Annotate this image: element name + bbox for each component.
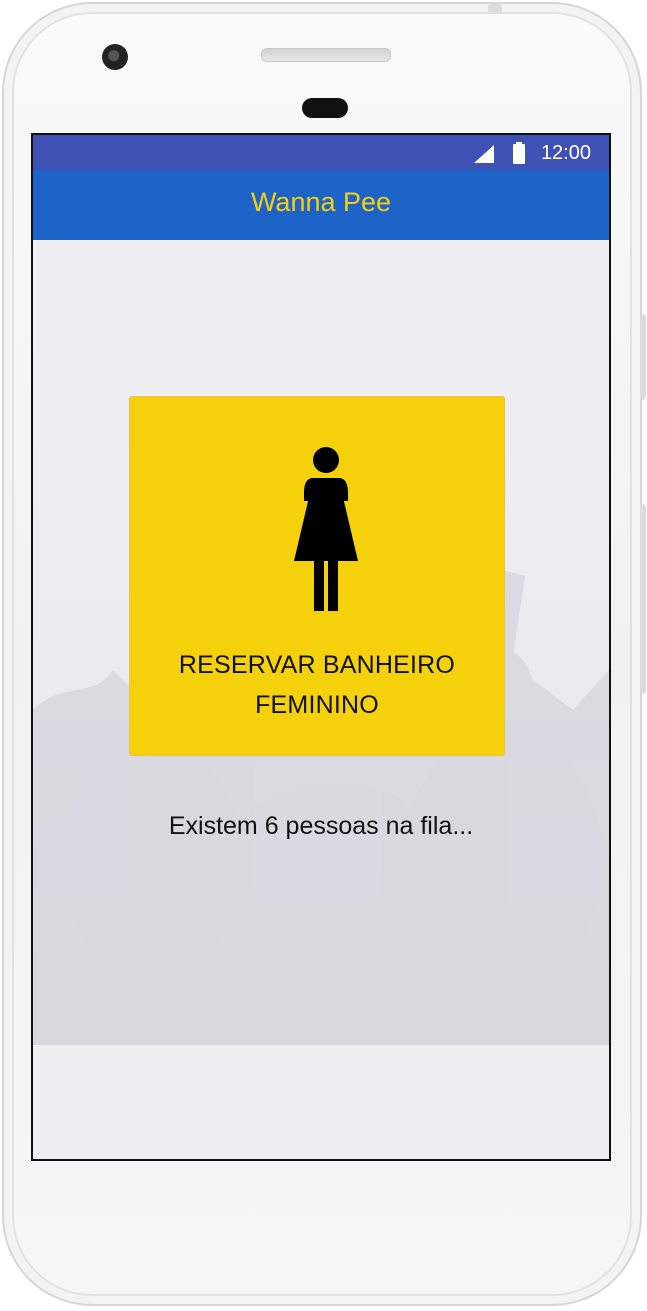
signal-icon — [474, 145, 494, 163]
front-camera — [102, 44, 128, 70]
status-bar: 12:00 — [33, 135, 609, 170]
top-notch — [488, 4, 502, 14]
battery-icon — [513, 142, 525, 164]
earpiece-speaker — [261, 48, 391, 62]
main-content: RESERVAR BANHEIRO FEMININO Existem 6 pes… — [33, 240, 609, 1045]
proximity-sensor — [302, 98, 348, 118]
reserve-button-label-line1: RESERVAR BANHEIRO — [178, 651, 456, 679]
app-bar: Wanna Pee — [33, 170, 609, 240]
volume-button — [640, 504, 646, 694]
reserve-female-bathroom-button[interactable]: RESERVAR BANHEIRO FEMININO — [129, 396, 505, 756]
reserve-button-label-line2: FEMININO — [255, 691, 379, 719]
reserve-button-label: RESERVAR BANHEIRO FEMININO — [130, 645, 504, 725]
device-screen: 12:00 Wanna Pee RESERVAR BANHEIRO FEMINI… — [31, 133, 611, 1161]
queue-status-text: Existem 6 pessoas na fila... — [168, 812, 474, 840]
app-title: Wanna Pee — [250, 187, 392, 217]
female-toilet-icon — [294, 447, 358, 611]
status-time: 12:00 — [540, 142, 591, 164]
power-button — [640, 314, 646, 400]
